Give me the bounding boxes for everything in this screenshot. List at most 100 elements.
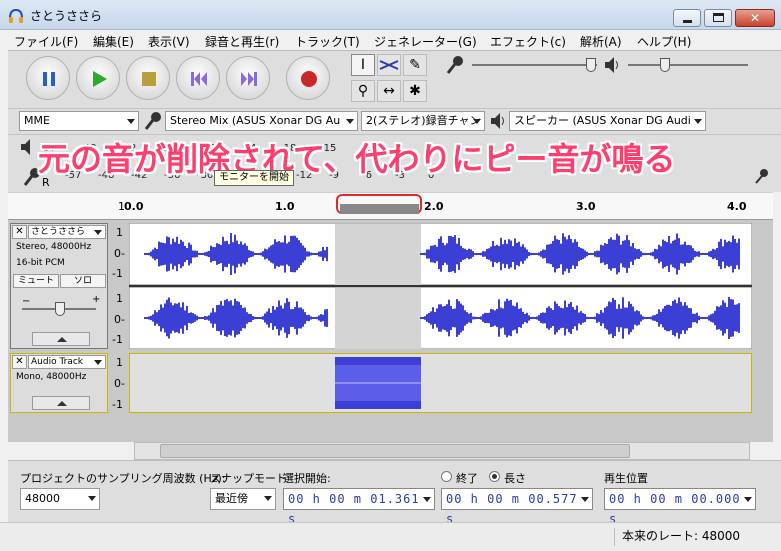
track1-ch1-scale-top: 1 [116,226,123,239]
record-button[interactable] [286,56,330,100]
track1-solo-button[interactable]: ソロ [60,274,106,288]
project-rate-label: プロジェクトのサンプリング周波数 (Hz): [20,472,226,485]
envelope-tool[interactable] [377,54,401,76]
speaker-icon [491,113,504,129]
track2-scale-bottom: -1 [112,398,123,411]
play-button[interactable] [76,56,120,100]
snap-mode-label: スナップモード [210,472,287,485]
minimize-button[interactable] [673,9,701,27]
menu-transport[interactable]: 録音と再生(r) [205,33,279,50]
chevron-down-icon [94,230,102,235]
selection-start-label: 選択開始: [283,472,331,485]
microphone-icon [144,112,161,130]
status-divider [614,528,615,546]
pencil-icon: ✎ [409,57,421,73]
selection-start-time[interactable]: 00 h 00 m 01.361 s [283,488,435,526]
close-icon: ✕ [15,356,24,367]
monitor-tooltip: モニターを開始 [214,170,294,186]
play-position-label: 再生位置 [604,472,648,485]
menu-view[interactable]: 表示(V) [148,33,190,50]
collapse-up-icon [57,401,67,406]
skip-start-icon [191,72,207,86]
play-position-time[interactable]: 00 h 00 m 00.000 s [604,488,756,526]
snap-mode-select[interactable]: 最近傍 [210,488,276,510]
menu-generate[interactable]: ジェネレーター(G) [374,33,477,50]
track2-scale-top: 1 [116,356,123,369]
gain-minus-label: − [22,296,31,307]
track1-waveform[interactable] [129,223,752,349]
track1-ch1-scale-bottom: -1 [112,267,123,280]
time-shift-tool[interactable]: ↔ [377,80,401,102]
radio-dot-icon [492,474,497,479]
output-device-select[interactable]: スピーカー (ASUS Xonar DG Audi [509,111,706,131]
selection-length-time[interactable]: 00 h 00 m 00.577 s [441,488,593,526]
end-radio[interactable] [441,471,452,482]
maximize-button[interactable] [704,9,732,27]
microphone-icon [446,56,463,74]
draw-tool[interactable]: ✎ [403,54,427,76]
track1-ch2-scale-top: 1 [116,292,123,305]
length-label: 長さ [504,472,526,485]
double-arrow-icon: ↔ [383,83,395,99]
ruler-tick-label: 2.0 [424,200,444,213]
title-bar [0,0,781,30]
pause-button[interactable] [26,56,70,100]
ruler-tick-label: 4.0 [727,200,747,213]
menu-bar: ファイル(F) 編集(E) 表示(V) 録音と再生(r) トラック(T) ジェネ… [0,30,781,50]
project-rate-select[interactable]: 48000 [20,488,100,510]
close-icon: ✕ [749,11,761,25]
scrollbar-thumb[interactable] [160,444,630,458]
track1-ch1-scale-mid: 0- [114,247,125,260]
selection-tool[interactable]: I [351,54,375,76]
stop-icon [142,72,156,86]
track1-name-button[interactable]: さとうささら [28,225,106,239]
track2-close-button[interactable]: ✕ [12,355,27,369]
menu-edit[interactable]: 編集(E) [93,33,134,50]
ruler-selection-bar [340,204,419,214]
asterisk-icon: ✱ [409,83,421,99]
track1-ch2-scale-bottom: -1 [112,333,123,346]
input-volume-thumb[interactable] [586,58,596,72]
zoom-tool[interactable]: ⚲ [351,80,375,102]
stop-button[interactable] [126,56,170,100]
track1-close-button[interactable]: ✕ [12,225,27,239]
skip-to-end-button[interactable] [226,56,270,100]
menu-help[interactable]: ヘルプ(H) [637,33,691,50]
input-device-select[interactable]: Stereo Mix (ASUS Xonar DG Au [165,111,358,131]
close-icon: ✕ [15,226,24,237]
input-volume-slider[interactable] [472,64,597,66]
track2-name-button[interactable]: Audio Track [28,355,106,369]
cursor-i-beam-icon: I [360,57,366,73]
input-channels-select[interactable]: 2(ステレオ)録音チャン [361,111,485,131]
close-button[interactable]: ✕ [735,9,775,27]
track1-collapse-button[interactable] [32,332,90,346]
speaker-icon [21,139,30,155]
audio-host-select[interactable]: MME [19,111,139,131]
track1-gain-thumb[interactable] [55,302,65,316]
output-volume-thumb[interactable] [660,58,670,72]
magnifier-icon: ⚲ [357,83,369,99]
skip-to-start-button[interactable] [176,56,220,100]
chevron-down-icon [94,360,102,365]
multi-tool[interactable]: ✱ [403,80,427,102]
window-title: さとうささら [30,9,103,23]
minimize-icon [683,20,692,23]
track2-scale-mid: 0- [114,377,125,390]
track1-bitdepth: 16-bit PCM [16,258,65,268]
track1-mute-button[interactable]: ミュート [13,274,59,288]
maximize-icon [713,13,724,22]
track2-waveform[interactable] [129,353,752,413]
menu-file[interactable]: ファイル(F) [14,33,78,50]
ruler-tick-label: 3.0 [576,200,596,213]
output-volume-slider[interactable] [628,64,748,66]
ruler-tick-label: 0.0 [124,200,144,213]
track2-collapse-button[interactable] [32,396,90,410]
menu-effect[interactable]: エフェクト(c) [490,33,566,50]
track2-format: Mono, 48000Hz [16,372,87,382]
microphone-icon [755,169,768,184]
envelope-icon [379,60,399,70]
length-radio[interactable] [489,471,500,482]
menu-tracks[interactable]: トラック(T) [295,33,360,50]
track1-ch2-scale-mid: 0- [114,313,125,326]
menu-analyze[interactable]: 解析(A) [580,33,622,50]
